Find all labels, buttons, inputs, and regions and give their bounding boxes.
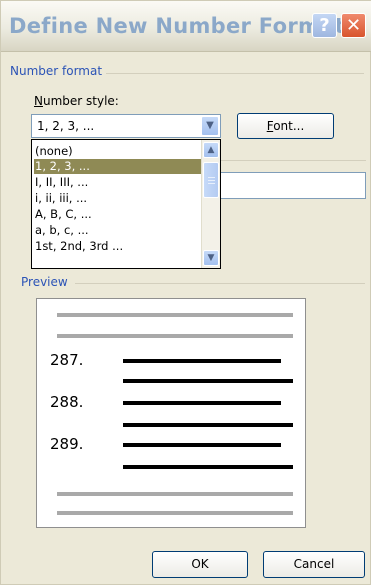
- font-button-label-rest: ont...: [273, 119, 305, 133]
- list-item[interactable]: A, B, C, ...: [34, 207, 203, 222]
- preview-gray-line: [57, 334, 293, 338]
- font-button[interactable]: Font...: [237, 113, 334, 139]
- preview-text-line: [123, 423, 293, 427]
- list-item[interactable]: i, ii, iii, ...: [34, 191, 203, 206]
- close-icon: ✕: [345, 15, 362, 36]
- number-style-label: Number style:: [34, 94, 119, 108]
- scrollbar-thumb[interactable]: [203, 162, 219, 198]
- preview-number: 287.: [50, 351, 84, 369]
- list-item[interactable]: a, b, c, ...: [34, 223, 203, 238]
- number-format-field[interactable]: [215, 172, 366, 199]
- number-format-divider: [106, 73, 364, 74]
- dropdown-scrollbar[interactable]: ▲ ▼: [201, 140, 220, 268]
- scroll-up-button[interactable]: ▲: [203, 142, 219, 158]
- preview-text-line: [123, 443, 281, 447]
- number-style-dropdown-list[interactable]: (none) 1, 2, 3, ... I, II, III, ... i, i…: [31, 139, 221, 269]
- hidden-group-divider: [215, 160, 366, 161]
- preview-section-label: Preview: [21, 275, 68, 289]
- scroll-down-button[interactable]: ▼: [203, 250, 219, 266]
- preview-text-line: [123, 465, 293, 469]
- title-bar[interactable]: Define New Number Format ? ✕: [1, 1, 371, 52]
- number-style-combobox[interactable]: 1, 2, 3, ... ▼: [31, 114, 221, 138]
- ok-button[interactable]: OK: [152, 551, 248, 578]
- grip-line: [208, 183, 215, 184]
- preview-gray-line: [57, 492, 293, 496]
- list-item[interactable]: 1st, 2nd, 3rd ...: [34, 239, 203, 254]
- preview-number: 288.: [50, 393, 84, 411]
- number-format-section-label: Number format: [10, 64, 103, 78]
- chevron-down-icon[interactable]: ▼: [201, 116, 219, 136]
- preview-gray-line: [57, 511, 293, 515]
- preview-text-line: [123, 379, 293, 383]
- list-item[interactable]: I, II, III, ...: [34, 175, 203, 190]
- help-icon: ?: [319, 15, 330, 36]
- dialog-title: Define New Number Format: [9, 14, 345, 38]
- number-style-label-rest: umber style:: [42, 94, 119, 108]
- preview-text-line: [123, 359, 281, 363]
- number-style-value: 1, 2, 3, ...: [37, 119, 95, 133]
- cancel-button[interactable]: Cancel: [263, 551, 365, 578]
- preview-gray-line: [57, 313, 293, 317]
- chevron-down-icon: ▼: [207, 253, 215, 263]
- list-item-selected[interactable]: 1, 2, 3, ...: [34, 159, 203, 174]
- define-number-format-dialog: Define New Number Format ? ✕ Number form…: [0, 0, 371, 585]
- chevron-up-icon: ▲: [207, 145, 215, 155]
- grip-line: [208, 180, 215, 181]
- number-style-mnemonic: N: [34, 94, 43, 108]
- preview-text-line: [123, 401, 281, 405]
- list-item[interactable]: (none): [34, 144, 203, 159]
- close-button[interactable]: ✕: [341, 13, 366, 38]
- preview-pane: 287. 288. 289.: [36, 298, 306, 528]
- grip-line: [208, 177, 215, 178]
- preview-divider: [75, 283, 365, 284]
- preview-number: 289.: [50, 435, 84, 453]
- help-button[interactable]: ?: [312, 13, 337, 38]
